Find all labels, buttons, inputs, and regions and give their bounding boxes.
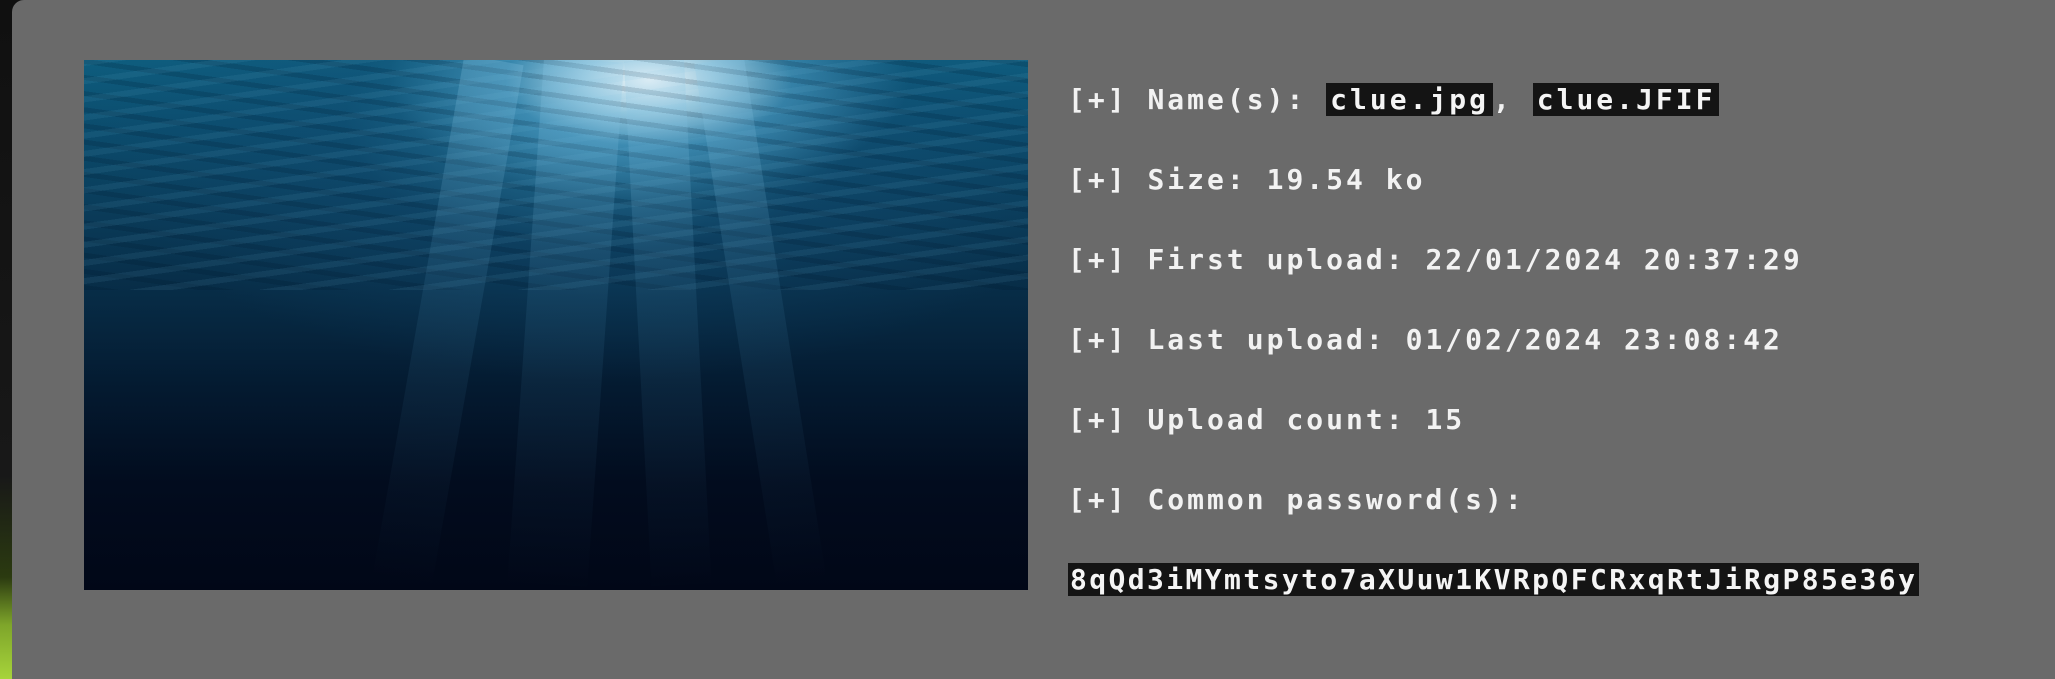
size-row: [+] Size: 19.54 ko (1068, 158, 1425, 202)
file-result-card: [+] Name(s): clue.jpg, clue.JFIF [+] Siz… (12, 0, 2055, 679)
last-upload-row: [+] Last upload: 01/02/2024 23:08:42 (1068, 318, 1783, 362)
names-row: [+] Name(s): clue.jpg, clue.JFIF (1068, 78, 1720, 122)
common-password[interactable]: 8qQd3iMYmtsyto7aXUuw1KVRpQFCRxqRtJiRgP85… (1068, 563, 1920, 596)
password-row: 8qQd3iMYmtsyto7aXUuw1KVRpQFCRxqRtJiRgP85… (1068, 558, 1920, 602)
first-upload-row: [+] First upload: 22/01/2024 20:37:29 (1068, 238, 1803, 282)
names-label: Name(s): (1147, 83, 1307, 116)
file-name[interactable]: clue.jpg (1326, 83, 1494, 116)
row-prefix: [+] (1068, 323, 1128, 356)
row-prefix: [+] (1068, 483, 1128, 516)
row-prefix: [+] (1068, 163, 1128, 196)
first-upload-value: 22/01/2024 20:37:29 (1425, 243, 1803, 276)
first-upload-label: First upload: (1147, 243, 1406, 276)
last-upload-label: Last upload: (1147, 323, 1386, 356)
file-name[interactable]: clue.JFIF (1532, 83, 1720, 116)
row-prefix: [+] (1068, 83, 1128, 116)
row-prefix: [+] (1068, 403, 1128, 436)
size-value: 19.54 ko (1266, 163, 1426, 196)
upload-count-value: 15 (1425, 403, 1466, 436)
image-preview (84, 60, 1028, 590)
common-passwords-row: [+] Common password(s): (1068, 478, 1525, 522)
names-separator: , (1493, 83, 1513, 116)
row-prefix: [+] (1068, 243, 1128, 276)
upload-count-label: Upload count: (1147, 403, 1406, 436)
last-upload-value: 01/02/2024 23:08:42 (1405, 323, 1783, 356)
size-label: Size: (1147, 163, 1247, 196)
common-passwords-label: Common password(s): (1147, 483, 1525, 516)
upload-count-row: [+] Upload count: 15 (1068, 398, 1465, 442)
